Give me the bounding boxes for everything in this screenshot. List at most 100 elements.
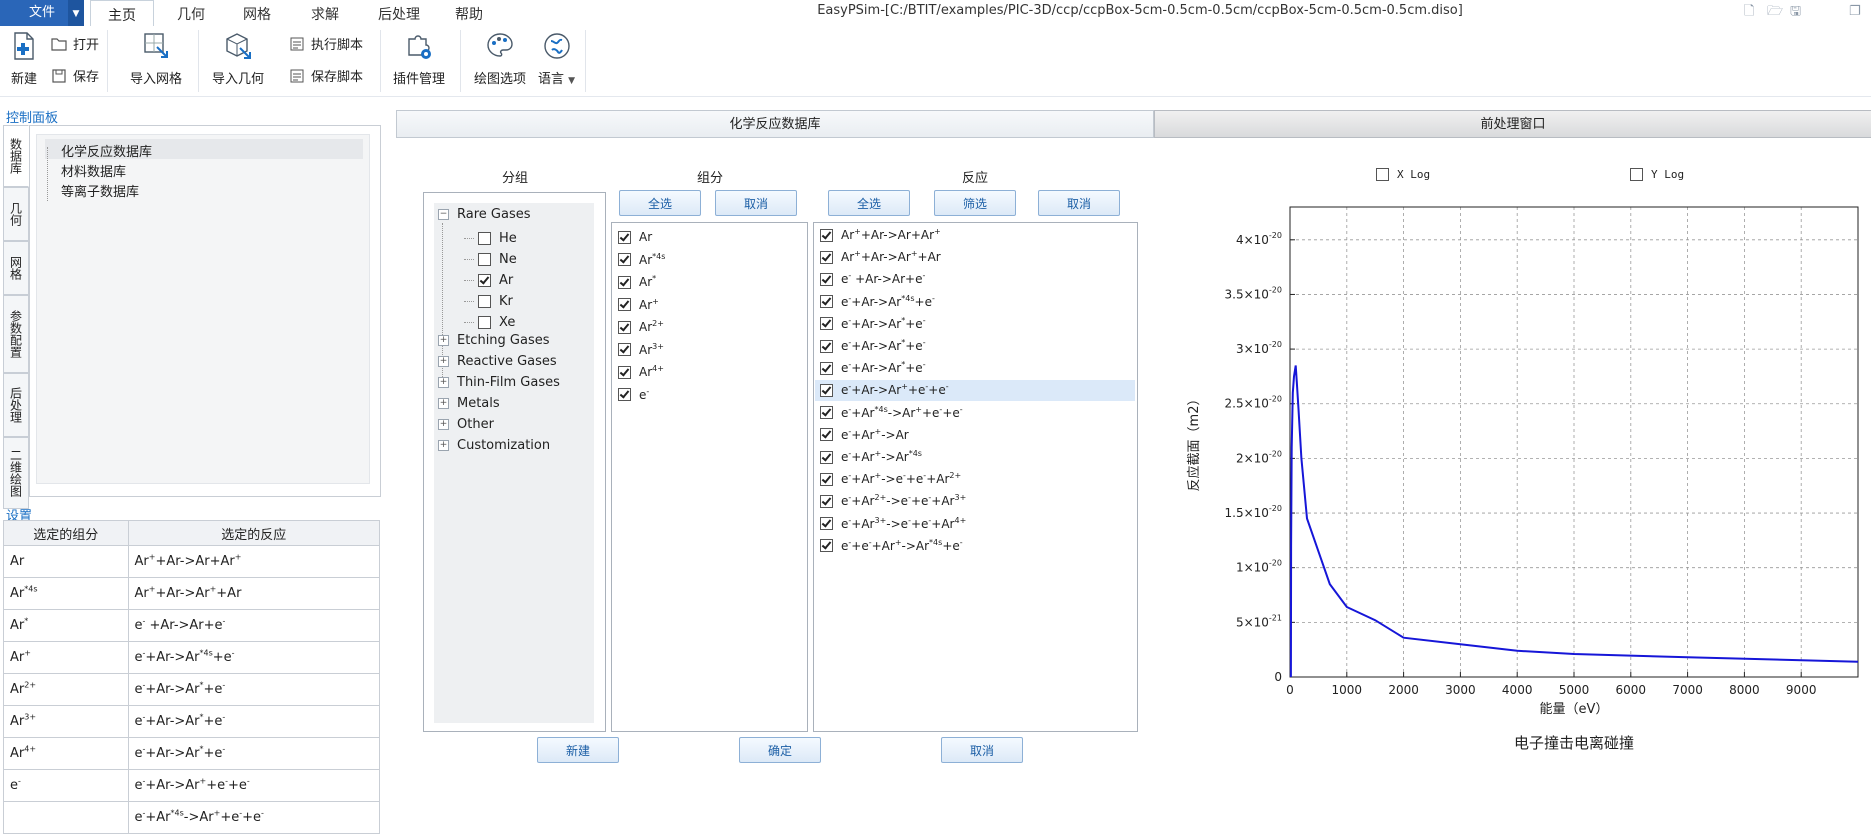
ylog-checkbox[interactable] — [1630, 168, 1643, 181]
table-row[interactable]: Ar* e- +Ar->Ar+e- — [3, 609, 380, 642]
group-checkbox[interactable] — [478, 253, 491, 266]
component-item[interactable]: Ar+ — [618, 295, 659, 315]
table-row[interactable]: Ar3+ e-+Ar->Ar*+e- — [3, 705, 380, 738]
reaction-checkbox[interactable] — [820, 472, 833, 486]
reaction-checkbox[interactable] — [820, 228, 833, 242]
component-checkbox[interactable] — [618, 320, 631, 334]
reaction-item[interactable]: e-+Ar->Ar*+e- — [820, 314, 926, 334]
reaction-checkbox[interactable] — [820, 339, 833, 353]
group-item-ar[interactable]: Ar — [464, 273, 513, 288]
table-row[interactable]: Ar4+ e-+Ar->Ar*+e- — [3, 737, 380, 770]
vtab-2d-plot[interactable]: 二维绘图 — [3, 437, 29, 509]
vtab-mesh[interactable]: 网格 — [3, 241, 29, 295]
group-item-kr[interactable]: Kr — [464, 294, 513, 309]
reaction-checkbox[interactable] — [820, 428, 833, 442]
group-etching-gases[interactable]: + Etching Gases — [438, 333, 550, 348]
reaction-checkbox[interactable] — [820, 250, 833, 264]
group-checkbox[interactable] — [478, 232, 491, 245]
reaction-item[interactable]: e- +Ar->Ar+e- — [820, 269, 925, 289]
vtab-geometry[interactable]: 几何 — [3, 187, 29, 241]
component-checkbox[interactable] — [618, 365, 631, 379]
component-checkbox[interactable] — [618, 253, 631, 266]
tab-home[interactable]: 主页 — [90, 0, 154, 27]
save-icon[interactable]: 🖫 — [1790, 4, 1804, 20]
file-menu-button[interactable]: 文件 ▼ — [0, 0, 84, 26]
tab-mesh[interactable]: 网格 — [228, 0, 286, 26]
group-item-he[interactable]: He — [464, 231, 517, 246]
reaction-item[interactable]: e-+Ar+->e-+e-+Ar2+ — [820, 469, 961, 489]
table-row[interactable]: Ar*4s Ar++Ar->Ar++Ar — [3, 577, 380, 610]
component-item[interactable]: Ar2+ — [618, 317, 664, 337]
component-item[interactable]: e- — [618, 385, 649, 405]
reaction-item[interactable]: Ar++Ar->Ar++Ar — [820, 247, 941, 267]
reaction-checkbox[interactable] — [820, 317, 833, 331]
run-script-button[interactable]: 执行脚本 — [288, 34, 363, 53]
reaction-item[interactable]: e-+Ar2+->e-+e-+Ar3+ — [820, 491, 966, 511]
component-item[interactable]: Ar — [618, 227, 652, 247]
expand-icon[interactable]: + — [438, 419, 449, 430]
reaction-checkbox[interactable] — [820, 295, 833, 309]
reaction-item[interactable]: e-+Ar3+->e-+e-+Ar4+ — [820, 514, 966, 534]
group-item-ne[interactable]: Ne — [464, 252, 517, 267]
group-other[interactable]: + Other — [438, 417, 494, 432]
import-geometry-button[interactable]: 导入几何 — [212, 30, 264, 87]
expand-icon[interactable]: + — [438, 335, 449, 346]
reaction-item[interactable]: e-+Ar+->Ar*4s — [820, 447, 922, 467]
expand-icon[interactable]: + — [438, 440, 449, 451]
reaction-checkbox[interactable] — [820, 272, 833, 286]
table-row[interactable]: Ar+ e-+Ar->Ar*4s+e- — [3, 641, 380, 674]
reaction-checkbox[interactable] — [820, 517, 833, 531]
tab-chemical-reaction-db[interactable]: 化学反应数据库 — [396, 110, 1154, 138]
new-button-bottom[interactable]: 新建 — [537, 737, 619, 763]
group-metals[interactable]: + Metals — [438, 396, 500, 411]
xlog-option[interactable]: X Log — [1376, 168, 1430, 181]
vtab-postprocess[interactable]: 后处理 — [3, 373, 29, 437]
group-checkbox[interactable] — [478, 295, 491, 308]
component-item[interactable]: Ar3+ — [618, 340, 664, 360]
language-button[interactable]: 语言 ▼ — [538, 30, 575, 87]
reaction-checkbox[interactable] — [820, 383, 833, 397]
component-checkbox[interactable] — [618, 388, 631, 401]
db-item-plasma[interactable]: 等离子数据库 — [61, 181, 139, 200]
plot-options-button[interactable]: 绘图选项 — [474, 30, 526, 87]
filter-reactions-button[interactable]: 筛选 — [934, 190, 1016, 216]
xlog-checkbox[interactable] — [1376, 168, 1389, 181]
new-file-icon[interactable]: 🗋 — [1744, 4, 1758, 20]
cancel-button[interactable]: 取消 — [941, 737, 1023, 763]
reaction-item[interactable]: e-+Ar->Ar++e-+e- — [820, 380, 949, 400]
db-item-material[interactable]: 材料数据库 — [61, 161, 126, 180]
reaction-item[interactable]: e-+Ar->Ar*+e- — [820, 336, 926, 356]
reaction-checkbox[interactable] — [820, 406, 833, 420]
component-checkbox[interactable] — [618, 230, 631, 244]
open-button[interactable]: 打开 — [50, 34, 99, 53]
new-button[interactable]: 新建 — [8, 30, 40, 87]
chevron-down-icon[interactable]: ▼ — [68, 0, 84, 26]
group-customization[interactable]: + Customization — [438, 438, 550, 453]
plugin-manager-button[interactable]: 插件管理 — [393, 30, 445, 87]
component-checkbox[interactable] — [618, 343, 631, 356]
restore-window-icon[interactable]: ❐ — [1849, 4, 1863, 20]
cancel-components-button[interactable]: 取消 — [715, 190, 797, 216]
vtab-parameters[interactable]: 参数配置 — [3, 295, 29, 373]
reaction-item[interactable]: e-+Ar*4s->Ar++e-+e- — [820, 403, 963, 423]
reaction-item[interactable]: e-+Ar+->Ar — [820, 425, 909, 445]
tab-solve[interactable]: 求解 — [296, 0, 354, 26]
expand-icon[interactable]: + — [438, 377, 449, 388]
expand-icon[interactable]: + — [438, 398, 449, 409]
select-all-reactions-button[interactable]: 全选 — [828, 190, 910, 216]
component-item[interactable]: Ar4+ — [618, 362, 664, 382]
save-button[interactable]: 保存 — [50, 66, 99, 85]
reaction-item[interactable]: Ar++Ar->Ar+Ar+ — [820, 225, 941, 245]
table-row[interactable]: Ar2+ e-+Ar->Ar*+e- — [3, 673, 380, 706]
group-thin-film-gases[interactable]: + Thin-Film Gases — [438, 375, 560, 390]
reaction-item[interactable]: e-+e-+Ar+->Ar*4s+e- — [820, 536, 963, 556]
collapse-icon[interactable]: − — [438, 209, 449, 220]
reaction-checkbox[interactable] — [820, 450, 833, 464]
tab-preprocessing-window[interactable]: 前处理窗口 — [1154, 110, 1871, 138]
tab-geometry[interactable]: 几何 — [162, 0, 220, 26]
cancel-reactions-button[interactable]: 取消 — [1038, 190, 1120, 216]
select-all-components-button[interactable]: 全选 — [619, 190, 701, 216]
ylog-option[interactable]: Y Log — [1630, 168, 1684, 181]
component-checkbox[interactable] — [618, 275, 631, 289]
table-row[interactable]: e-e-+Ar->Ar++e-+e- — [3, 769, 380, 802]
